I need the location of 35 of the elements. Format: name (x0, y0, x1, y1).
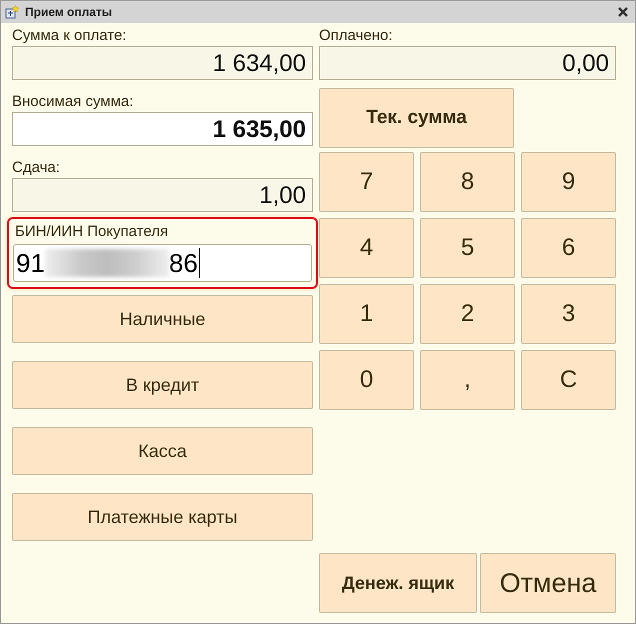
text-cursor (198, 248, 200, 278)
close-icon[interactable] (617, 6, 629, 18)
payment-button[interactable]: Касса (12, 427, 313, 475)
action-button[interactable]: Денеж. ящик (319, 553, 477, 613)
keypad-key[interactable]: 1 (319, 284, 414, 344)
field-value: 91 (16, 248, 45, 278)
payment-button[interactable]: Наличные (12, 295, 313, 343)
field-label: Сумма к оплате: (12, 26, 128, 46)
keypad-key[interactable]: 6 (521, 218, 616, 278)
keypad-key[interactable]: 9 (521, 152, 616, 212)
field-label: БИН/ИИН Покупателя (15, 222, 170, 242)
field-label: Вносимая сумма: (12, 92, 134, 112)
amount-field: 0,00 (319, 46, 616, 80)
action-button[interactable]: Отмена (480, 553, 616, 613)
amount-field[interactable]: 1 635,00 (12, 112, 313, 146)
keypad-key[interactable]: 5 (420, 218, 515, 278)
field-label: Оплачено: (319, 26, 394, 46)
field-label: Сдача: (12, 158, 61, 178)
keypad-key[interactable]: 0 (319, 350, 414, 410)
window-title: Прием оплаты (25, 5, 114, 19)
keypad-key[interactable]: , (420, 350, 515, 410)
payment-button[interactable]: Платежные карты (12, 493, 313, 541)
keypad-key[interactable]: 7 (319, 152, 414, 212)
amount-field: 1,00 (12, 178, 313, 212)
amount-field: 1 634,00 (12, 46, 313, 80)
keypad-key[interactable]: 3 (521, 284, 616, 344)
keypad-key[interactable]: C (521, 350, 616, 410)
keypad-key[interactable]: 4 (319, 218, 414, 278)
payment-button[interactable]: В кредит (12, 361, 313, 409)
keypad-key[interactable]: 8 (420, 152, 515, 212)
keypad-key[interactable]: 2 (420, 284, 515, 344)
document-star-icon (5, 5, 19, 19)
customer-id-field[interactable]: 91 86 (13, 244, 312, 282)
current-sum-button[interactable]: Тек. сумма (319, 88, 514, 148)
field-value: 86 (168, 248, 198, 278)
